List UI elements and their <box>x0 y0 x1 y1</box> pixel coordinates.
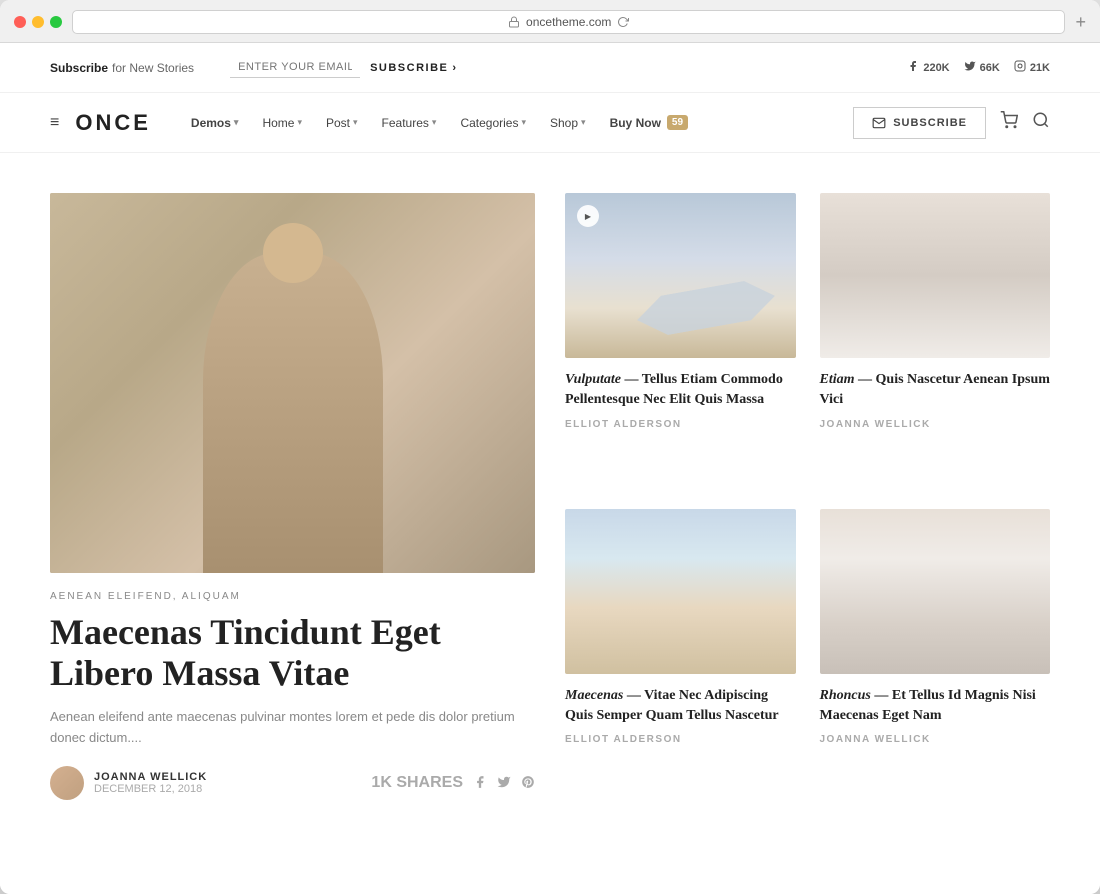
lock-icon <box>508 16 520 28</box>
browser-dots <box>14 16 62 28</box>
browser-chrome: oncetheme.com + <box>0 0 1100 43</box>
subscribe-submit-button[interactable]: SUBSCRIBE › <box>370 62 457 74</box>
twitter-share-icon[interactable] <box>497 775 511 792</box>
url-bar[interactable]: oncetheme.com <box>72 10 1065 34</box>
brand-logo[interactable]: ONCE <box>75 110 151 136</box>
refresh-icon[interactable] <box>617 16 629 28</box>
search-icon[interactable] <box>1032 111 1050 134</box>
featured-image[interactable] <box>50 193 535 573</box>
post-author-4: JOANNA WELLICK <box>820 734 1051 745</box>
post-image-1[interactable]: ▶ <box>565 193 796 358</box>
chevron-down-icon: ▾ <box>581 117 586 128</box>
post-image-2[interactable] <box>820 193 1051 358</box>
instagram-stat[interactable]: 21K <box>1014 60 1050 75</box>
post-image-4[interactable] <box>820 509 1051 674</box>
top-bar-left: Subscribe for New Stories SUBSCRIBE › <box>50 57 458 78</box>
chevron-down-icon: ▾ <box>521 117 526 128</box>
email-form: SUBSCRIBE › <box>230 57 457 78</box>
post-title-4: Rhoncus — Et Tellus Id Magnis Nisi Maece… <box>820 686 1051 727</box>
cart-icon[interactable] <box>1000 111 1018 134</box>
nav-subscribe-button[interactable]: SUBSCRIBE <box>853 107 986 139</box>
navbar: ≡ ONCE Demos ▾ Home ▾ Post ▾ Features ▾ <box>0 93 1100 153</box>
twitter-count: 66K <box>980 62 1000 74</box>
post-title-2: Etiam — Quis Nascetur Aenean Ipsum Vici <box>820 370 1051 411</box>
browser-actions: + <box>1075 12 1086 33</box>
subscribe-text: Subscribe for New Stories <box>50 61 194 75</box>
share-count: 1K SHARES <box>371 774 463 792</box>
facebook-share-icon[interactable] <box>473 775 487 792</box>
chevron-down-icon: ▾ <box>432 117 437 128</box>
new-tab-button[interactable]: + <box>1075 12 1086 33</box>
post-image-3[interactable] <box>565 509 796 674</box>
featured-meta: AENEAN ELEIFEND, ALIQUAM Maecenas Tincid… <box>50 591 535 800</box>
featured-category: AENEAN ELEIFEND, ALIQUAM <box>50 591 535 602</box>
pinterest-share-icon[interactable] <box>521 775 535 792</box>
instagram-count: 21K <box>1030 62 1050 74</box>
mail-icon <box>872 116 886 130</box>
play-button[interactable]: ▶ <box>577 205 599 227</box>
woman-dog-image <box>820 193 1051 358</box>
hamburger-menu[interactable]: ≡ <box>50 114 59 132</box>
nav-home[interactable]: Home ▾ <box>252 108 312 138</box>
nav-categories[interactable]: Categories ▾ <box>450 108 536 138</box>
twitter-icon <box>964 60 976 75</box>
subscribe-bold: Subscribe <box>50 61 108 75</box>
social-stats: 220K 66K 21K <box>907 60 1050 75</box>
nav-demos[interactable]: Demos ▾ <box>181 108 249 138</box>
post-card-3: Maecenas — Vitae Nec Adipiscing Quis Sem… <box>565 509 796 801</box>
nav-shop[interactable]: Shop ▾ <box>540 108 596 138</box>
author-row: JOANNA WELLICK DECEMBER 12, 2018 1K SHAR… <box>50 766 535 800</box>
nav-buy-now[interactable]: Buy Now 59 <box>600 107 698 138</box>
twitter-stat[interactable]: 66K <box>964 60 1000 75</box>
author-text: JOANNA WELLICK DECEMBER 12, 2018 <box>94 771 207 795</box>
buy-badge: 59 <box>667 115 688 130</box>
chevron-down-icon: ▾ <box>353 117 358 128</box>
chevron-down-icon: ▾ <box>297 117 302 128</box>
featured-post: AENEAN ELEIFEND, ALIQUAM Maecenas Tincid… <box>50 193 535 800</box>
coffee-image <box>820 509 1051 674</box>
author-avatar <box>50 766 84 800</box>
post-card-4: Rhoncus — Et Tellus Id Magnis Nisi Maece… <box>820 509 1051 801</box>
right-posts: ▶ Vulputate — Tellus Etiam Commodo Pelle… <box>565 193 1050 800</box>
post-title-3: Maecenas — Vitae Nec Adipiscing Quis Sem… <box>565 686 796 727</box>
instagram-icon <box>1014 60 1026 75</box>
facebook-icon <box>907 60 919 75</box>
post-card-2: Etiam — Quis Nascetur Aenean Ipsum Vici … <box>820 193 1051 485</box>
author-name: JOANNA WELLICK <box>94 771 207 783</box>
chevron-down-icon: ▾ <box>234 117 239 128</box>
subscribe-light: for New Stories <box>112 61 194 75</box>
airplane-image <box>565 193 796 358</box>
nav-features[interactable]: Features ▾ <box>372 108 447 138</box>
nav-links: Demos ▾ Home ▾ Post ▾ Features ▾ Categor… <box>181 107 853 138</box>
nav-post[interactable]: Post ▾ <box>316 108 368 138</box>
featured-excerpt: Aenean eleifend ante maecenas pulvinar m… <box>50 707 535 749</box>
browser-window: oncetheme.com + Subscribe for New Storie… <box>0 0 1100 894</box>
nav-actions: SUBSCRIBE <box>853 107 1050 139</box>
post-author-3: ELLIOT ALDERSON <box>565 734 796 745</box>
facebook-count: 220K <box>923 62 949 74</box>
post-author-2: JOANNA WELLICK <box>820 419 1051 430</box>
post-title-1: Vulputate — Tellus Etiam Commodo Pellent… <box>565 370 796 411</box>
minimize-dot[interactable] <box>32 16 44 28</box>
featured-title: Maecenas Tincidunt Eget Libero Massa Vit… <box>50 612 535 695</box>
featured-image-inner <box>50 193 535 573</box>
page-content: Subscribe for New Stories SUBSCRIBE › <box>0 43 1100 894</box>
top-bar: Subscribe for New Stories SUBSCRIBE › <box>0 43 1100 93</box>
beach-image <box>565 509 796 674</box>
main-content: AENEAN ELEIFEND, ALIQUAM Maecenas Tincid… <box>0 153 1100 840</box>
share-row: 1K SHARES <box>371 774 535 792</box>
post-author-1: ELLIOT ALDERSON <box>565 419 796 430</box>
maximize-dot[interactable] <box>50 16 62 28</box>
post-date: DECEMBER 12, 2018 <box>94 783 207 795</box>
url-text: oncetheme.com <box>526 15 611 29</box>
close-dot[interactable] <box>14 16 26 28</box>
email-input[interactable] <box>230 57 360 78</box>
author-info: JOANNA WELLICK DECEMBER 12, 2018 <box>50 766 207 800</box>
post-card-1: ▶ Vulputate — Tellus Etiam Commodo Pelle… <box>565 193 796 485</box>
facebook-stat[interactable]: 220K <box>907 60 949 75</box>
